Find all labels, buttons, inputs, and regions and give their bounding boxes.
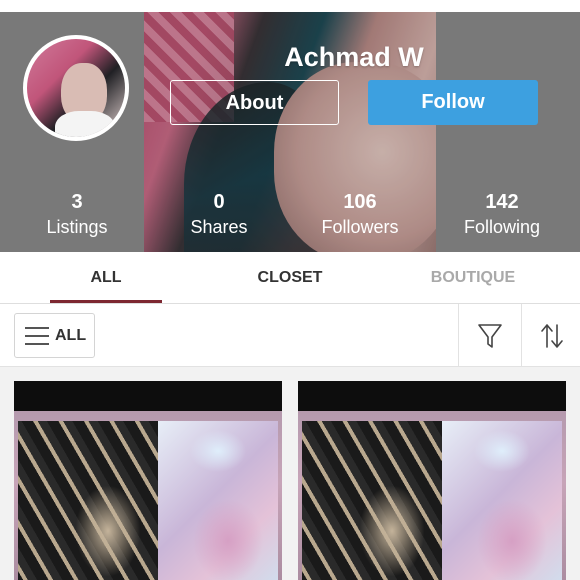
divider [458, 304, 459, 367]
avatar-shirt [55, 111, 115, 137]
stat-value: 3 [71, 191, 83, 213]
filter-bar: ALL [0, 304, 580, 367]
profile-username: Achmad W [284, 42, 424, 72]
stat-shares[interactable]: 0 Shares [159, 190, 279, 240]
divider [521, 304, 522, 367]
stat-value: 0 [213, 191, 225, 213]
listing-card[interactable] [14, 381, 282, 580]
tab-boutique[interactable]: BOUTIQUE [400, 252, 546, 304]
stat-following[interactable]: 142 Following [442, 190, 562, 240]
avatar[interactable] [23, 35, 129, 141]
stat-label: Shares [190, 217, 248, 237]
stat-value: 106 [343, 191, 377, 213]
stat-label: Followers [321, 217, 399, 237]
listing-card[interactable] [298, 381, 566, 580]
stat-listings[interactable]: 3 Listings [17, 190, 137, 240]
stat-label: Following [463, 217, 541, 237]
profile-stats: 3 Listings 0 Shares 106 Followers 142 Fo… [0, 190, 580, 250]
hamburger-menu-icon [25, 327, 49, 345]
filter-funnel-icon[interactable] [477, 322, 503, 350]
category-all-button[interactable]: ALL [14, 313, 95, 358]
follow-button[interactable]: Follow [368, 80, 538, 125]
tab-closet[interactable]: CLOSET [220, 252, 360, 304]
listing-photo [14, 381, 282, 580]
profile-page: Achmad W About Follow 3 Listings 0 Share… [0, 0, 580, 580]
listing-photo [298, 381, 566, 580]
category-all-label: ALL [55, 327, 87, 344]
stat-followers[interactable]: 106 Followers [300, 190, 420, 240]
profile-header: Achmad W About Follow 3 Listings 0 Share… [0, 12, 580, 252]
stat-label: Listings [46, 217, 108, 237]
stat-value: 142 [485, 191, 519, 213]
about-button[interactable]: About [170, 80, 339, 125]
sort-arrows-icon[interactable] [539, 322, 565, 350]
tab-all[interactable]: ALL [50, 252, 162, 304]
active-tab-underline [50, 300, 162, 303]
top-strip [0, 0, 580, 12]
listings-grid [0, 367, 580, 580]
closet-tabs: ALL CLOSET BOUTIQUE [0, 252, 580, 304]
